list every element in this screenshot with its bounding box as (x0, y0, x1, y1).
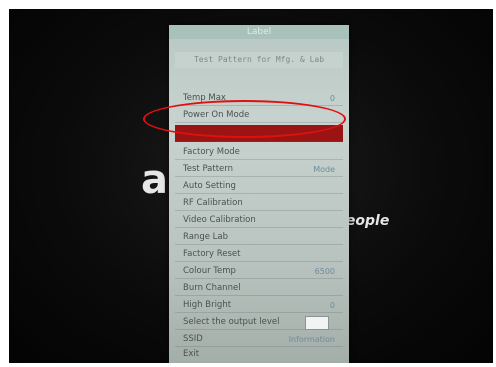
menu-item-label: Range Lab (183, 232, 228, 242)
menu-item-label: Colour Temp (183, 266, 236, 276)
photo-frame: a People Label Test Pattern for Mfg. & L… (0, 0, 496, 367)
menu-item-label: Select the output level (183, 317, 280, 327)
menu-item-colour-temp[interactable]: Colour Temp 6500 (175, 264, 343, 279)
menu-item-label: SSID (183, 334, 203, 344)
menu-item-high-bright[interactable]: High Bright 0 (175, 298, 343, 313)
menu-item-rf-calibration[interactable]: RF Calibration (175, 196, 343, 211)
menu-item-factory-mode[interactable]: Factory Mode (175, 145, 343, 160)
menu-item-value: Information (288, 335, 335, 344)
menu-item-range-lab[interactable]: Range Lab (175, 230, 343, 245)
menu-item-label: Video Calibration (183, 215, 256, 225)
tv-screen: a People Label Test Pattern for Mfg. & L… (9, 9, 493, 363)
menu-item-label: Burn Channel (183, 283, 241, 293)
menu-item-ssid[interactable]: SSID Information (175, 332, 343, 347)
menu-item-burn-channel[interactable]: Burn Channel (175, 281, 343, 296)
service-menu-panel: Label Test Pattern for Mfg. & Lab Temp M… (169, 25, 349, 363)
menu-item-label: RF Calibration (183, 198, 243, 208)
menu-item-value: 0 (329, 301, 335, 310)
menu-item-label: Auto Setting (183, 181, 236, 191)
menu-title: Label (169, 25, 349, 39)
menu-item-auto-setting[interactable]: Auto Setting (175, 179, 343, 194)
menu-item-factory-reset[interactable]: Factory Reset (175, 247, 343, 262)
menu-item-value: Mode (313, 165, 335, 174)
menu-item-test-pattern[interactable]: Test Pattern Mode (175, 162, 343, 177)
menu-item-value: 6500 (314, 267, 335, 276)
menu-item-label: Test Pattern (183, 164, 234, 174)
background-logo-fragment: a (141, 157, 168, 203)
menu-item-video-calibration[interactable]: Video Calibration (175, 213, 343, 228)
menu-item-label: Factory Reset (183, 249, 241, 259)
menu-item-label: Exit (183, 349, 200, 359)
menu-item-label: High Bright (183, 300, 232, 310)
output-level-box[interactable] (305, 316, 329, 330)
menu-item-label: Factory Mode (183, 147, 240, 157)
menu-item-exit[interactable]: Exit (175, 347, 343, 362)
menu-item-output-level[interactable]: Select the output level (175, 315, 343, 330)
annotation-highlight-oval (143, 100, 346, 138)
menu-subtitle: Test Pattern for Mfg. & Lab (175, 52, 343, 68)
menu-item-value: 0 (329, 94, 335, 103)
